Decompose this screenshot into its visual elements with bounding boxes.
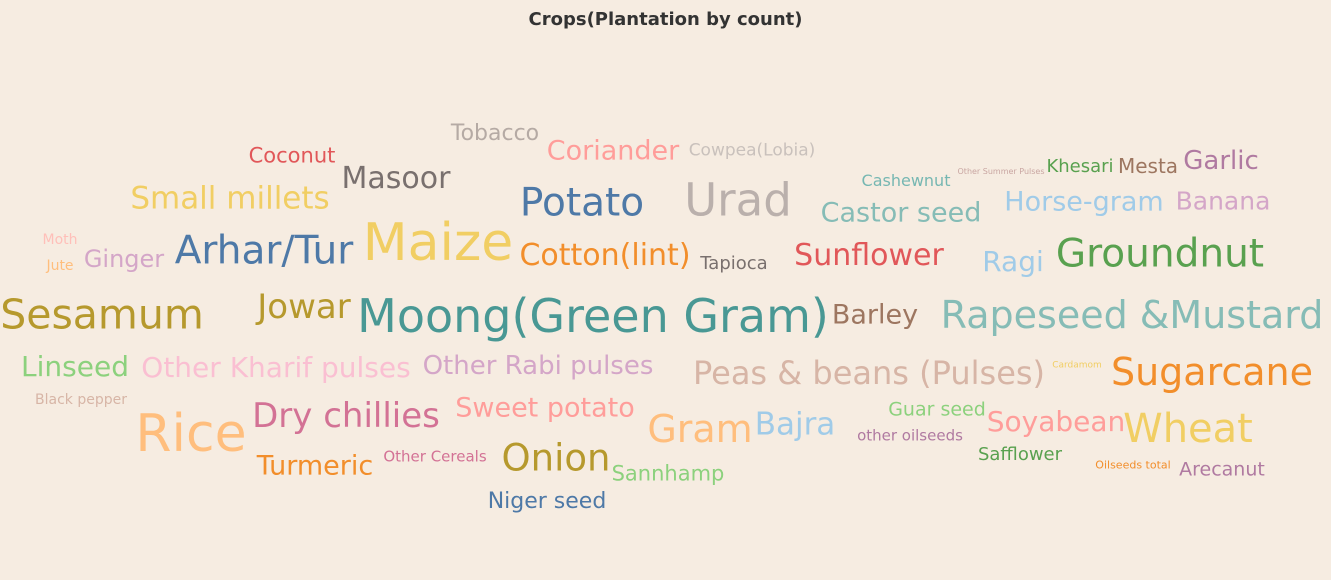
word-ginger: Ginger xyxy=(83,245,165,273)
word-soyabean: Soyabean xyxy=(986,405,1126,438)
word-rice: Rice xyxy=(135,404,247,464)
word-black-pepper: Black pepper xyxy=(35,392,127,408)
word-cardamom: Cardamom xyxy=(1052,360,1102,371)
word-wheat: Wheat xyxy=(1123,406,1253,452)
word-other-rabi-pulses: Other Rabi pulses xyxy=(422,351,654,381)
word-garlic: Garlic xyxy=(1183,146,1259,176)
word-tapioca: Tapioca xyxy=(700,253,768,274)
word-sugarcane: Sugarcane xyxy=(1110,350,1314,394)
word-jowar: Jowar xyxy=(257,287,351,327)
word-khesari: Khesari xyxy=(1046,156,1114,177)
word-oilseeds-total: Oilseeds total xyxy=(1095,458,1171,472)
word-gram: Gram xyxy=(647,407,753,451)
word-other-oilseeds: other oilseeds xyxy=(857,426,963,445)
word-small-millets: Small millets xyxy=(130,180,330,217)
word-linseed: Linseed xyxy=(21,350,129,383)
word-barley: Barley xyxy=(831,299,919,331)
word-turmeric: Turmeric xyxy=(256,450,374,482)
word-arecanut: Arecanut xyxy=(1179,458,1265,481)
word-peas-beans-pulses: Peas & beans (Pulses) xyxy=(692,354,1046,392)
page: Crops(Plantation by count) Tobacco Coconu… xyxy=(0,0,1331,580)
word-cloud: Tobacco Coconut Coriander Cowpea(Lobia) Maso… xyxy=(0,0,1331,580)
word-arhar-tur: Arhar/Tur xyxy=(174,228,354,274)
word-castor-seed: Castor seed xyxy=(820,197,982,229)
word-sesamum: Sesamum xyxy=(0,290,204,339)
word-tobacco: Tobacco xyxy=(450,121,540,146)
word-safflower: Safflower xyxy=(977,444,1063,465)
word-horse-gram: Horse-gram xyxy=(1004,186,1164,218)
word-moth: Moth xyxy=(42,232,78,248)
word-sunflower: Sunflower xyxy=(794,238,944,273)
word-sannhamp: Sannhamp xyxy=(611,461,725,486)
word-niger-seed: Niger seed xyxy=(487,489,607,514)
word-banana: Banana xyxy=(1175,186,1271,216)
word-urad: Urad xyxy=(684,173,792,227)
word-mesta: Mesta xyxy=(1117,154,1179,178)
word-cowpea-lobia: Cowpea(Lobia) xyxy=(688,140,816,161)
word-coriander: Coriander xyxy=(546,135,680,167)
word-ragi: Ragi xyxy=(982,245,1044,278)
word-masoor: Masoor xyxy=(341,161,451,196)
word-other-cereals: Other Cereals xyxy=(383,447,487,466)
word-dry-chillies: Dry chillies xyxy=(252,396,440,436)
word-potato: Potato xyxy=(519,180,645,226)
word-moong-green-gram: Moong(Green Gram) xyxy=(357,289,829,343)
word-coconut: Coconut xyxy=(248,143,336,168)
word-jute: Jute xyxy=(46,258,74,274)
word-other-kharif-pulses: Other Kharif pulses xyxy=(141,351,411,384)
word-other-summer-pulses: Other Summer Pulses xyxy=(957,167,1045,176)
word-cashewnut: Cashewnut xyxy=(861,171,951,190)
word-groundnut: Groundnut xyxy=(1055,231,1265,277)
word-onion: Onion xyxy=(501,436,611,480)
word-bajra: Bajra xyxy=(754,406,836,443)
word-cotton-lint: Cotton(lint) xyxy=(519,238,691,273)
word-sweet-potato: Sweet potato xyxy=(455,392,635,424)
word-maize: Maize xyxy=(362,213,514,273)
word-guar-seed: Guar seed xyxy=(888,398,986,421)
word-rapeseed-mustard: Rapeseed &Mustard xyxy=(940,293,1324,337)
